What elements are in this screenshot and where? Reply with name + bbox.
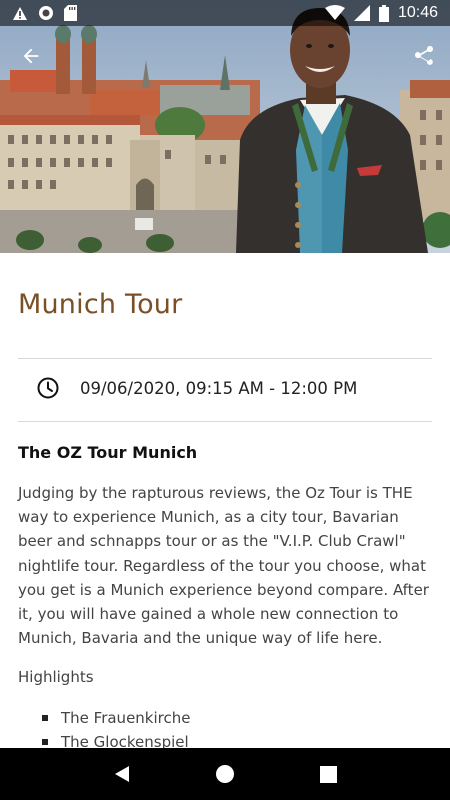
divider — [18, 358, 432, 359]
nav-recents-button[interactable] — [304, 750, 352, 798]
event-detail-content: Munich Tour 09/06/2020, 09:15 AM - 12:00… — [0, 253, 450, 748]
battery-icon — [378, 4, 389, 22]
back-button[interactable] — [13, 38, 49, 74]
nav-home-button[interactable] — [201, 750, 249, 798]
status-time: 10:46 — [397, 4, 438, 21]
sd-card-icon — [64, 5, 77, 21]
share-button[interactable] — [406, 38, 442, 74]
event-datetime: 09/06/2020, 09:15 AM - 12:00 PM — [80, 378, 358, 398]
nav-home-icon — [215, 765, 234, 783]
nav-back-icon — [114, 766, 129, 782]
highlights-label: Highlights — [18, 668, 94, 686]
share-icon — [415, 46, 433, 65]
system-nav-bar — [0, 748, 450, 800]
wifi-icon — [324, 5, 345, 20]
status-bar: 10:46 — [0, 0, 450, 26]
list-item: The Frauenkirche — [42, 706, 190, 730]
event-subheading: The OZ Tour Munich — [18, 443, 198, 462]
circle-notification-icon — [39, 6, 53, 20]
event-title: Munich Tour — [18, 289, 183, 320]
hero-photo — [0, 0, 450, 253]
clock-icon — [37, 377, 59, 399]
signal-icon — [353, 5, 370, 21]
nav-back-button[interactable] — [98, 750, 146, 798]
divider — [18, 421, 432, 422]
hero-image — [0, 0, 450, 253]
event-datetime-row: 09/06/2020, 09:15 AM - 12:00 PM — [36, 376, 357, 400]
warning-icon — [13, 6, 27, 20]
event-description: Judging by the rapturous reviews, the Oz… — [18, 484, 429, 648]
highlights-list: The Frauenkirche The Glockenspiel — [42, 706, 190, 748]
nav-recents-icon — [319, 765, 337, 783]
arrow-back-icon — [23, 48, 39, 64]
list-item: The Glockenspiel — [42, 730, 190, 748]
